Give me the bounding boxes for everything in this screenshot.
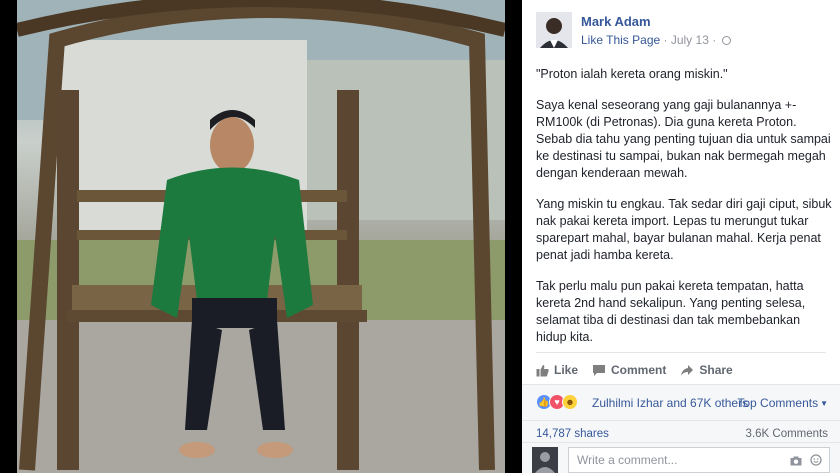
like-button[interactable]: Like [536,360,578,380]
top-comments-dropdown[interactable]: Top Comments ▼ [737,396,828,410]
meta-separator: · [660,33,671,47]
reaction-icons[interactable]: 👍 ♥ ☻ [536,394,578,410]
share-button[interactable]: Share [680,360,733,380]
stats-bar: 14,787 shares 3.6K Comments [522,420,840,442]
top-comments-label: Top Comments [737,396,819,410]
post-paragraph: "Proton ialah kereta orang miskin." [536,67,728,81]
shares-count[interactable]: 14,787 shares [536,428,609,440]
comment-composer: Write a comment... [522,442,840,473]
like-page-link[interactable]: Like This Page [581,33,660,47]
comment-icon [593,364,606,376]
comment-tools [790,453,822,466]
share-icon [681,364,694,376]
reaction-summary[interactable]: Zulhilmi Izhar and 67K others [592,396,748,410]
post-header: Mark Adam Like This Page · July 13 · [536,12,836,52]
comments-count[interactable]: 3.6K Comments [746,428,828,440]
post-photo[interactable] [17,0,505,473]
divider [536,352,826,353]
post-paragraph: Saya kenal seseorang yang gaji bulananny… [536,98,831,180]
camera-icon[interactable] [790,453,802,466]
share-label: Share [699,363,733,377]
post-text: "Proton ialah kereta orang miskin." Saya… [536,66,832,360]
meta-separator-2: · [708,33,720,47]
photo-viewer [0,0,522,473]
viewer-avatar [532,447,558,473]
reactions-bar: 👍 ♥ ☻ Zulhilmi Izhar and 67K others Top … [522,384,840,420]
emoji-icon[interactable] [810,453,822,466]
caret-down-icon: ▼ [820,399,828,408]
like-label: Like [554,363,579,377]
haha-reaction-icon: ☻ [562,394,578,410]
post-paragraph: Tak perlu malu pun pakai kereta tempatan… [536,279,806,344]
comment-label: Comment [611,363,667,377]
globe-icon[interactable] [721,36,731,45]
viewer-avatar-image [532,447,558,473]
comment-button[interactable]: Comment [592,360,666,380]
author-name[interactable]: Mark Adam [581,14,651,29]
post-panel: Mark Adam Like This Page · July 13 · "Pr… [522,0,840,473]
post-meta: Like This Page · July 13 · [581,33,731,47]
photo-illustration [17,0,505,473]
author-avatar[interactable] [536,12,572,48]
avatar-image [536,12,572,48]
action-bar: Like Comment Share [536,360,826,380]
thumbs-up-icon [536,364,549,376]
post-paragraph: Yang miskin tu engkau. Tak sedar diri ga… [536,197,832,262]
post-date[interactable]: July 13 [671,33,709,47]
